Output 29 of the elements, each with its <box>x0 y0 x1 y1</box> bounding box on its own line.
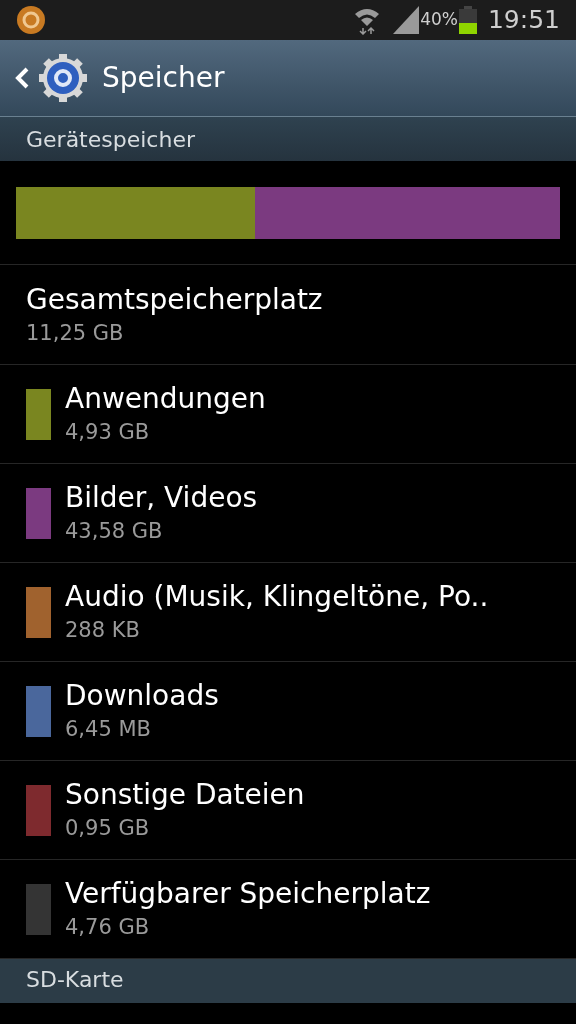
item-title: Sonstige Dateien <box>65 777 305 813</box>
item-title: Downloads <box>65 678 219 714</box>
section-header: SD-Karte <box>0 959 576 1003</box>
item-value: 0,95 GB <box>65 815 151 842</box>
item-value: 288 KB <box>65 617 141 644</box>
battery-icon <box>457 6 478 34</box>
item-title: Anwendungen <box>65 381 266 417</box>
gear-icon <box>38 53 88 103</box>
list-item[interactable]: Downloads 6,45 MB <box>0 662 576 761</box>
item-value: 4,93 GB <box>65 419 151 446</box>
section-header: Gerätespeicher <box>0 117 576 161</box>
battery-percentage: 40% <box>420 8 458 32</box>
item-value: 11,25 GB <box>26 319 125 347</box>
item-title: Verfügbarer Speicherplatz <box>65 876 431 912</box>
item-title: Audio (Musik, Klingeltöne, Po.. <box>65 579 489 615</box>
item-title: Bilder, Videos <box>65 480 258 516</box>
list-item[interactable]: Gesamtspeicherplatz 11,25 GB <box>0 265 576 365</box>
clock-time: 19:51 <box>487 4 560 37</box>
list-item[interactable]: Sonstige Dateien 0,95 GB <box>0 761 576 860</box>
list-item[interactable]: Audio (Musik, Klingeltöne, Po.. 288 KB <box>0 563 576 662</box>
item-value: 43,58 GB <box>65 518 164 545</box>
item-value: 6,45 MB <box>65 716 152 743</box>
app-notification-icon <box>16 5 46 35</box>
list-item[interactable]: Anwendungen 4,93 GB <box>0 365 576 464</box>
screen-title: Speicher <box>102 60 225 96</box>
item-value: 4,76 GB <box>65 914 151 941</box>
item-title: Gesamtspeicherplatz <box>26 281 324 318</box>
signal-icon <box>393 6 420 34</box>
list-item[interactable]: Bilder, Videos 43,58 GB <box>0 464 576 563</box>
